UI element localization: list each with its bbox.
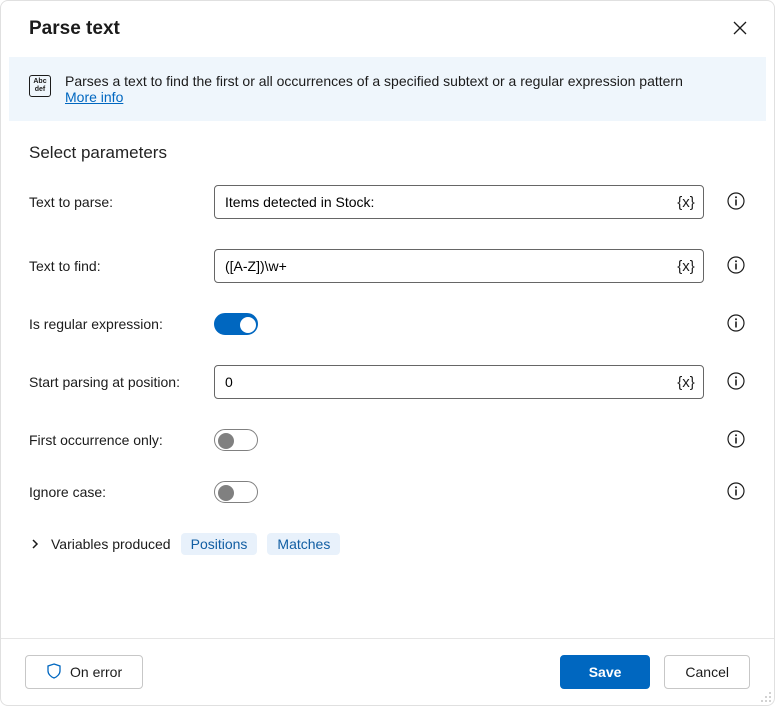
toggle-first-only[interactable] bbox=[214, 429, 258, 451]
info-banner: Abc def Parses a text to find the first … bbox=[9, 57, 766, 121]
on-error-label: On error bbox=[70, 664, 122, 680]
label-ignore-case: Ignore case: bbox=[29, 484, 204, 500]
on-error-button[interactable]: On error bbox=[25, 655, 143, 689]
variable-icon: {x} bbox=[677, 374, 695, 391]
input-text-to-find[interactable] bbox=[215, 250, 703, 282]
info-icon bbox=[727, 314, 745, 335]
insert-variable-button[interactable]: {x} bbox=[673, 189, 699, 215]
param-is-regex: Is regular expression: bbox=[29, 313, 746, 335]
help-ignore-case[interactable] bbox=[726, 482, 746, 502]
banner-text-wrap: Parses a text to find the first or all o… bbox=[65, 73, 683, 105]
info-icon bbox=[727, 192, 745, 213]
help-start-pos[interactable] bbox=[726, 372, 746, 392]
insert-variable-button[interactable]: {x} bbox=[673, 253, 699, 279]
variable-chip-matches[interactable]: Matches bbox=[267, 533, 340, 555]
param-start-pos: Start parsing at position: {x} bbox=[29, 365, 746, 399]
label-start-pos: Start parsing at position: bbox=[29, 374, 204, 390]
cancel-label: Cancel bbox=[685, 664, 729, 680]
shield-icon bbox=[46, 663, 62, 682]
label-text-to-find: Text to find: bbox=[29, 258, 204, 274]
variables-produced-row[interactable]: Variables produced Positions Matches bbox=[29, 533, 746, 555]
param-text-to-find: Text to find: {x} bbox=[29, 249, 746, 283]
abc-def-icon: Abc def bbox=[29, 75, 51, 97]
label-is-regex: Is regular expression: bbox=[29, 316, 204, 332]
info-icon bbox=[727, 482, 745, 503]
param-first-only: First occurrence only: bbox=[29, 429, 746, 451]
variable-icon: {x} bbox=[677, 194, 695, 211]
field-text-to-find: {x} bbox=[214, 249, 704, 283]
close-button[interactable] bbox=[726, 15, 754, 43]
section-title: Select parameters bbox=[29, 143, 746, 163]
dialog-title: Parse text bbox=[29, 18, 120, 40]
label-first-only: First occurrence only: bbox=[29, 432, 204, 448]
toggle-is-regex[interactable] bbox=[214, 313, 258, 335]
toggle-ignore-case[interactable] bbox=[214, 481, 258, 503]
cancel-button[interactable]: Cancel bbox=[664, 655, 750, 689]
save-button[interactable]: Save bbox=[560, 655, 651, 689]
info-icon bbox=[727, 256, 745, 277]
variables-produced-label: Variables produced bbox=[51, 536, 171, 552]
param-text-to-parse: Text to parse: {x} bbox=[29, 185, 746, 219]
dialog-footer: On error Save Cancel bbox=[1, 638, 774, 705]
input-start-pos[interactable] bbox=[215, 366, 703, 398]
field-start-pos: {x} bbox=[214, 365, 704, 399]
help-first-only[interactable] bbox=[726, 430, 746, 450]
help-text-to-find[interactable] bbox=[726, 256, 746, 276]
param-ignore-case: Ignore case: bbox=[29, 481, 746, 503]
chevron-right-icon bbox=[29, 538, 41, 550]
variable-icon: {x} bbox=[677, 258, 695, 275]
help-text-to-parse[interactable] bbox=[726, 192, 746, 212]
save-label: Save bbox=[589, 664, 622, 680]
label-text-to-parse: Text to parse: bbox=[29, 194, 204, 210]
resize-grip[interactable] bbox=[758, 689, 772, 703]
variable-chip-positions[interactable]: Positions bbox=[181, 533, 258, 555]
input-text-to-parse[interactable] bbox=[215, 186, 703, 218]
field-text-to-parse: {x} bbox=[214, 185, 704, 219]
footer-actions: Save Cancel bbox=[560, 655, 750, 689]
insert-variable-button[interactable]: {x} bbox=[673, 369, 699, 395]
more-info-link[interactable]: More info bbox=[65, 89, 123, 105]
info-icon bbox=[727, 430, 745, 451]
dialog-header: Parse text bbox=[1, 1, 774, 57]
help-is-regex[interactable] bbox=[726, 314, 746, 334]
dialog-body: Select parameters Text to parse: {x} Tex… bbox=[1, 121, 774, 638]
banner-description: Parses a text to find the first or all o… bbox=[65, 73, 683, 89]
close-icon bbox=[733, 21, 747, 38]
info-icon bbox=[727, 372, 745, 393]
parse-text-dialog: Parse text Abc def Parses a text to find… bbox=[0, 0, 775, 706]
